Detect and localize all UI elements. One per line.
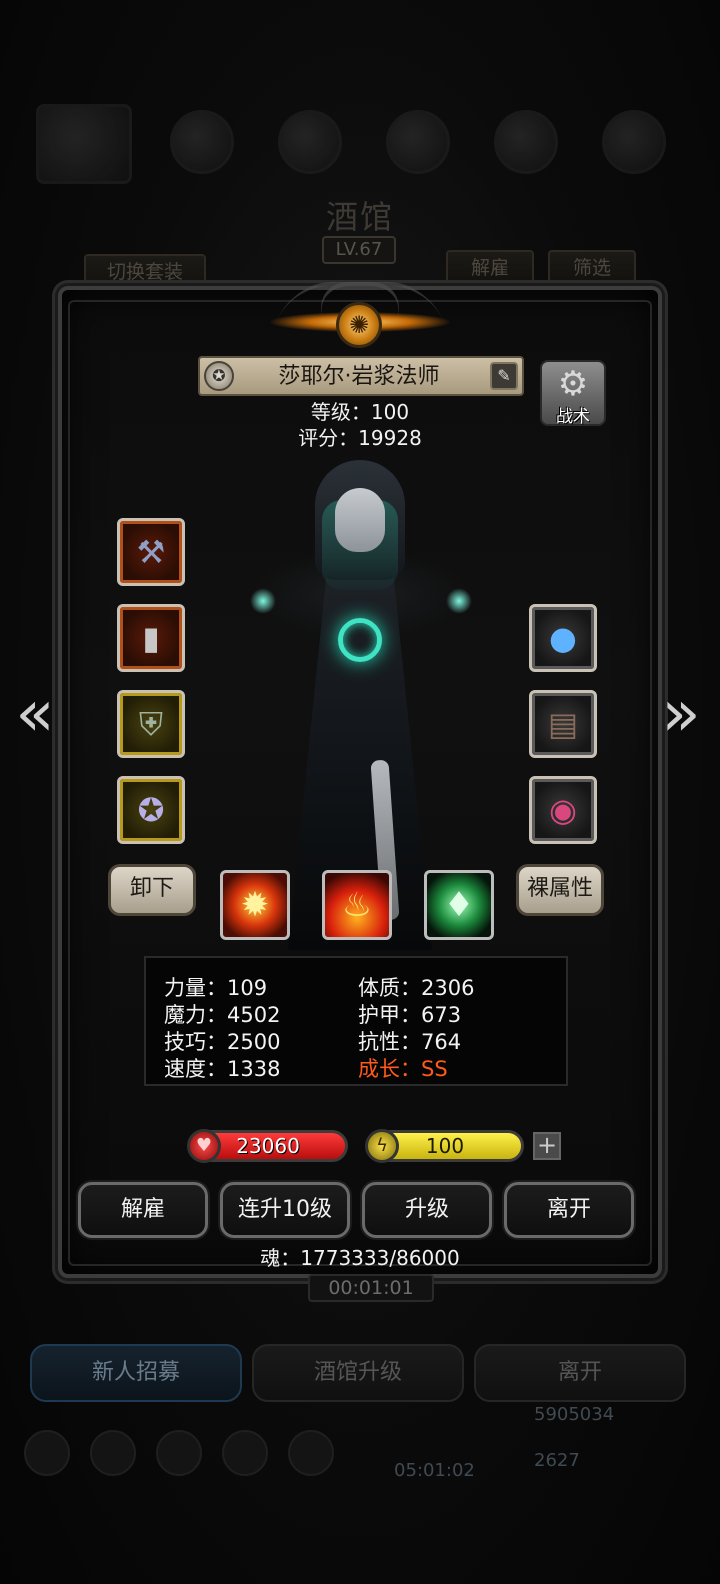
naked-attributes-button[interactable]: 裸属性 — [516, 864, 604, 916]
background-bottom-timer: 05:01:02 — [394, 1460, 475, 1481]
sun-emblem-icon: ✺ — [336, 302, 382, 348]
hp-value: 23060 — [236, 1134, 300, 1158]
tavern-level: LV.67 — [322, 236, 396, 264]
background-menu-icon — [24, 1430, 70, 1476]
fire-burst-icon: ✹ — [240, 885, 270, 925]
hp-bar: ♥ 23060 — [187, 1129, 348, 1163]
background-top-icons — [0, 100, 720, 190]
attr-magic: 魔力：4502 — [164, 1003, 281, 1027]
equip-slot-shield[interactable]: ⛨ — [117, 690, 185, 758]
equip-slot-relic[interactable]: ◉ — [529, 776, 597, 844]
next-hero-arrow-icon[interactable]: » — [656, 682, 706, 750]
hero-magic-ring — [338, 618, 382, 662]
edit-name-icon[interactable]: ✎ — [490, 362, 518, 390]
add-energy-button[interactable]: + — [533, 1132, 561, 1160]
energy-bar: ϟ 100 — [365, 1129, 524, 1163]
hero-magic-glow-left — [250, 588, 276, 614]
equip-slot-orb[interactable]: ● — [529, 604, 597, 672]
leave-button[interactable]: 离开 — [504, 1182, 634, 1238]
attr-speed: 速度：1338 — [164, 1057, 281, 1081]
background-filter-button: 筛选 — [548, 250, 636, 286]
background-round-icon — [602, 110, 666, 174]
tavern-title: 酒馆 — [325, 198, 394, 236]
background-gem-amount: 2627 — [534, 1450, 580, 1471]
flame-icon: ♨ — [341, 885, 373, 925]
hero-magic-glow-right — [446, 588, 472, 614]
background-gold-amount: 5905034 — [534, 1404, 615, 1425]
background-round-icon — [494, 110, 558, 174]
hero-level: 等级：100 — [310, 400, 410, 424]
background-menu-icon — [90, 1430, 136, 1476]
hero-badge-icon[interactable]: ✪ — [204, 361, 234, 391]
hero-name: 莎耶尔·岩浆法师 — [278, 364, 440, 389]
unequip-button[interactable]: 卸下 — [108, 864, 196, 916]
background-portrait-icon — [36, 104, 132, 184]
spellbook-icon: ▤ — [547, 705, 579, 743]
previous-hero-arrow-icon[interactable]: « — [10, 682, 60, 750]
skill-slot-1[interactable]: ✹ — [220, 870, 290, 940]
hero-face — [335, 488, 385, 552]
skill-slot-2[interactable]: ♨ — [322, 870, 392, 940]
background-menu-icon — [288, 1430, 334, 1476]
soul-counter: 魂：1773333/86000 — [260, 1246, 460, 1270]
equip-slot-armor[interactable]: ▮ — [117, 604, 185, 672]
scythe-weapon-icon: ⚒ — [136, 533, 166, 571]
pentagram-amulet-icon: ✪ — [137, 791, 165, 829]
shield-icon: ⛨ — [138, 705, 163, 743]
attr-skill: 技巧：2500 — [164, 1030, 281, 1054]
hero-score: 评分：19928 — [298, 426, 422, 450]
background-round-icon — [386, 110, 450, 174]
upgrade-10-levels-button[interactable]: 连升10级 — [220, 1182, 350, 1238]
background-menu-icon — [222, 1430, 268, 1476]
switch-outfit-button: 切换套装 — [84, 254, 206, 290]
energy-value: 100 — [425, 1134, 465, 1158]
attr-armor: 护甲：673 — [358, 1003, 462, 1027]
equip-slot-weapon[interactable]: ⚒ — [117, 518, 185, 586]
tab-leave: 离开 — [474, 1344, 686, 1402]
equip-slot-book[interactable]: ▤ — [529, 690, 597, 758]
background-round-icon — [278, 110, 342, 174]
attr-strength: 力量：109 — [164, 976, 268, 1000]
skill-slot-3[interactable]: ♦ — [424, 870, 494, 940]
background-round-icon — [170, 110, 234, 174]
dismiss-button[interactable]: 解雇 — [78, 1182, 208, 1238]
eye-relic-icon: ◉ — [549, 791, 577, 829]
attr-resistance: 抗性：764 — [358, 1030, 462, 1054]
upgrade-button[interactable]: 升级 — [362, 1182, 492, 1238]
background-timer: 00:01:01 — [308, 1274, 434, 1302]
hero-name-bar: ✪ 莎耶尔·岩浆法师 ✎ — [198, 356, 524, 396]
crystal-orb-icon: ● — [549, 619, 577, 657]
attr-constitution: 体质：2306 — [358, 976, 475, 1000]
background-menu-icon — [156, 1430, 202, 1476]
tab-new-recruit: 新人招募 — [30, 1344, 242, 1402]
equip-slot-amulet[interactable]: ✪ — [117, 776, 185, 844]
background-dismiss-button: 解雇 — [446, 250, 534, 286]
tab-tavern-upgrade: 酒馆升级 — [252, 1344, 464, 1402]
attr-growth: 成长：SS — [358, 1057, 448, 1081]
armor-gauntlet-icon: ▮ — [142, 619, 160, 657]
green-crystal-icon: ♦ — [443, 885, 475, 925]
